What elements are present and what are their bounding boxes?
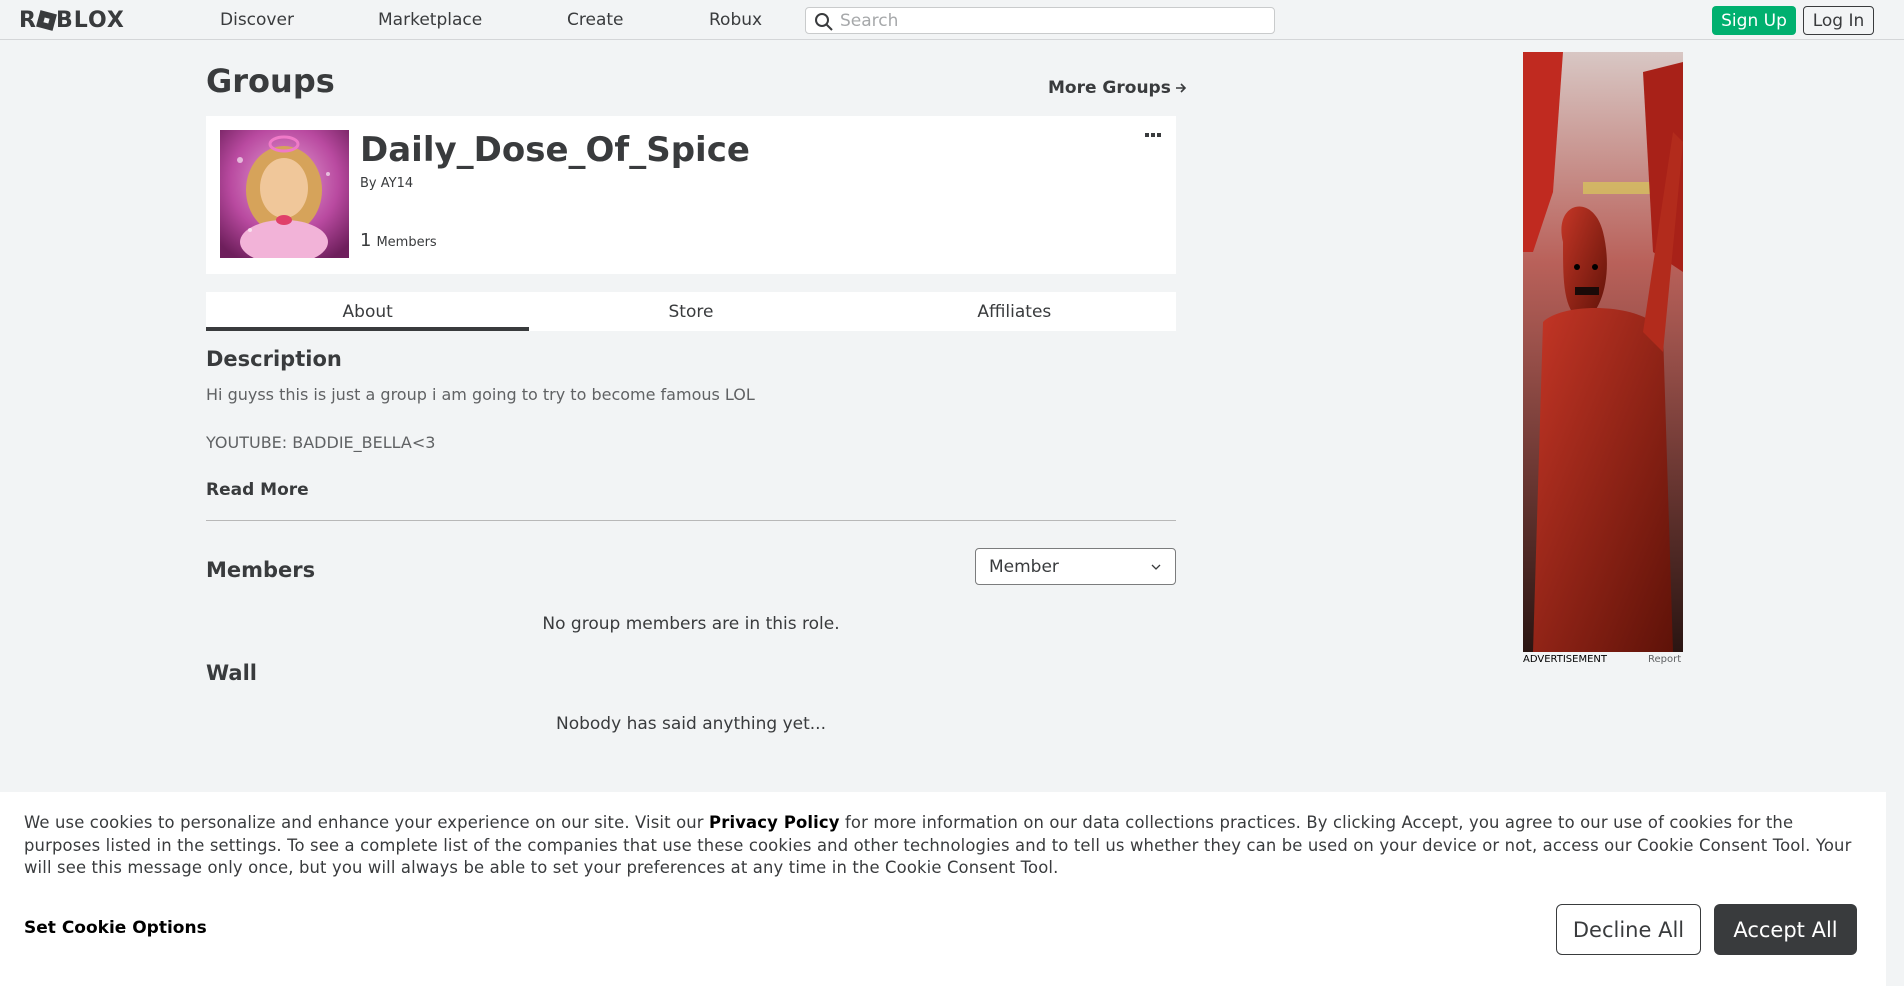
- member-count-value: 1: [360, 230, 372, 251]
- description-line: YOUTUBE: BADDIE_BELLA<3: [206, 433, 436, 452]
- roblox-logo[interactable]: R BLOX: [19, 7, 125, 33]
- nav-discover[interactable]: Discover: [220, 10, 294, 30]
- role-dropdown[interactable]: Member: [975, 548, 1176, 585]
- cookie-text-before: We use cookies to personalize and enhanc…: [24, 813, 710, 832]
- search-placeholder: Search: [840, 10, 899, 31]
- group-tabs: About Store Affiliates: [206, 292, 1176, 331]
- top-navigation-bar: R BLOX Discover Marketplace Create Robux …: [0, 0, 1904, 40]
- search-input[interactable]: Search: [805, 7, 1275, 34]
- description-line: Hi guyss this is just a group i am going…: [206, 385, 755, 404]
- decline-all-button[interactable]: Decline All: [1556, 904, 1701, 955]
- nav-create[interactable]: Create: [567, 10, 624, 30]
- search-icon: [815, 13, 833, 31]
- log-in-button[interactable]: Log In: [1803, 6, 1874, 35]
- more-options-icon[interactable]: [1145, 130, 1165, 140]
- member-count-label: Members: [376, 235, 437, 250]
- description-heading: Description: [206, 347, 342, 371]
- page-scrollbar[interactable]: [1886, 40, 1904, 986]
- wall-empty-message: Nobody has said anything yet...: [556, 714, 826, 734]
- set-cookie-options-link[interactable]: Set Cookie Options: [24, 918, 207, 938]
- logo-blox: BLOX: [55, 7, 125, 33]
- nav-robux[interactable]: Robux: [709, 10, 762, 30]
- cookie-message: We use cookies to personalize and enhanc…: [24, 812, 1864, 880]
- wall-heading: Wall: [206, 661, 257, 685]
- nav-marketplace[interactable]: Marketplace: [378, 10, 482, 30]
- members-heading: Members: [206, 558, 316, 582]
- section-divider: [206, 520, 1176, 521]
- owner-link[interactable]: AY14: [381, 176, 413, 191]
- tab-about[interactable]: About: [206, 292, 530, 331]
- logo-o-icon: [36, 9, 57, 31]
- privacy-policy-link[interactable]: Privacy Policy: [709, 813, 840, 832]
- member-count: 1 Members: [360, 230, 437, 251]
- more-groups-link[interactable]: More Groups: [1048, 78, 1187, 98]
- chevron-down-icon: [1151, 564, 1161, 570]
- advertisement-label: ADVERTISEMENT: [1523, 654, 1608, 665]
- accept-all-button[interactable]: Accept All: [1714, 904, 1857, 955]
- logo-r: R: [19, 7, 37, 33]
- no-members-message: No group members are in this role.: [542, 614, 840, 634]
- report-ad-link[interactable]: Report: [1648, 654, 1681, 665]
- by-prefix: By: [360, 176, 377, 191]
- sign-up-button[interactable]: Sign Up: [1712, 6, 1796, 35]
- page-title: Groups: [206, 62, 335, 100]
- group-owner-line: By AY14: [360, 176, 413, 191]
- arrow-right-icon: [1175, 83, 1186, 93]
- tab-affiliates[interactable]: Affiliates: [853, 292, 1176, 331]
- group-header-card: Daily_Dose_Of_Spice By AY14 1 Members: [206, 116, 1176, 274]
- cookie-consent-banner: We use cookies to personalize and enhanc…: [0, 792, 1886, 986]
- role-selected-value: Member: [989, 556, 1059, 577]
- advertisement-image[interactable]: [1523, 52, 1683, 652]
- group-emblem-image: [220, 130, 349, 258]
- group-name: Daily_Dose_Of_Spice: [360, 130, 750, 170]
- read-more-button[interactable]: Read More: [206, 480, 309, 500]
- tab-store[interactable]: Store: [529, 292, 852, 331]
- more-groups-label: More Groups: [1048, 78, 1171, 98]
